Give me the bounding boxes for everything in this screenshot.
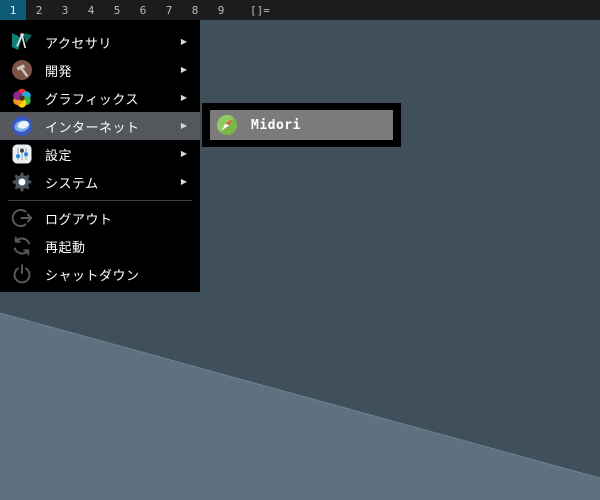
menu-item-settings[interactable]: 設定 ▶: [0, 140, 200, 168]
submenu-arrow-icon: ▶: [180, 149, 187, 158]
shutdown-icon: [10, 262, 34, 286]
submenu-arrow-icon: ▶: [180, 177, 187, 186]
menu-item-label: 開発: [45, 63, 73, 79]
menu-item-development[interactable]: 開発 ▶: [0, 56, 200, 84]
menu-item-label: アクセサリ: [45, 35, 112, 51]
workspace-tag-1[interactable]: 1: [0, 0, 26, 20]
accessories-icon: [10, 30, 34, 54]
submenu-item-midori[interactable]: Midori: [210, 110, 393, 140]
workspace-tag-7[interactable]: 7: [156, 0, 182, 20]
menu-item-label: 設定: [45, 147, 73, 163]
menu-item-graphics[interactable]: グラフィックス ▶: [0, 84, 200, 112]
restart-icon: [10, 234, 34, 258]
menu-item-label: ログアウト: [45, 211, 113, 227]
menu-item-label: システム: [45, 175, 99, 191]
menu-item-label: インターネット: [45, 119, 140, 135]
workspace-tag-5[interactable]: 5: [104, 0, 130, 20]
submenu-arrow-icon: ▶: [180, 121, 187, 130]
menu-separator: [0, 196, 200, 204]
menu-item-accessories[interactable]: アクセサリ ▶: [0, 28, 200, 56]
workspace-tag-4[interactable]: 4: [78, 0, 104, 20]
midori-icon: [215, 113, 239, 137]
internet-icon: [10, 114, 34, 138]
settings-icon: [10, 142, 34, 166]
workspace-tag-6[interactable]: 6: [130, 0, 156, 20]
submenu-panel: Midori: [202, 103, 401, 147]
development-icon: [10, 58, 34, 82]
submenu-arrow-icon: ▶: [180, 93, 187, 102]
menu-item-label: シャットダウン: [45, 267, 140, 283]
graphics-icon: [10, 86, 34, 110]
submenu-arrow-icon: ▶: [180, 37, 187, 46]
workspace-tag-2[interactable]: 2: [26, 0, 52, 20]
application-menu: アクセサリ ▶ 開発 ▶ グラフィックス ▶ インターネット ▶ 設定 ▶ シス…: [0, 20, 200, 292]
workspace-tag-3[interactable]: 3: [52, 0, 78, 20]
status-bar: 1 2 3 4 5 6 7 8 9 []=: [0, 0, 600, 20]
menu-item-label: 再起動: [45, 239, 86, 255]
menu-item-logout[interactable]: ログアウト: [0, 204, 200, 232]
submenu-arrow-icon: ▶: [180, 65, 187, 74]
menu-item-shutdown[interactable]: シャットダウン: [0, 260, 200, 288]
layout-indicator[interactable]: []=: [234, 0, 270, 20]
menu-item-internet[interactable]: インターネット ▶: [0, 112, 200, 140]
menu-item-system[interactable]: システム ▶: [0, 168, 200, 196]
workspace-tag-8[interactable]: 8: [182, 0, 208, 20]
submenu-item-label: Midori: [251, 117, 301, 133]
workspace-tag-9[interactable]: 9: [208, 0, 234, 20]
menu-item-restart[interactable]: 再起動: [0, 232, 200, 260]
system-icon: [10, 170, 34, 194]
logout-icon: [10, 206, 34, 230]
menu-item-label: グラフィックス: [45, 91, 139, 107]
